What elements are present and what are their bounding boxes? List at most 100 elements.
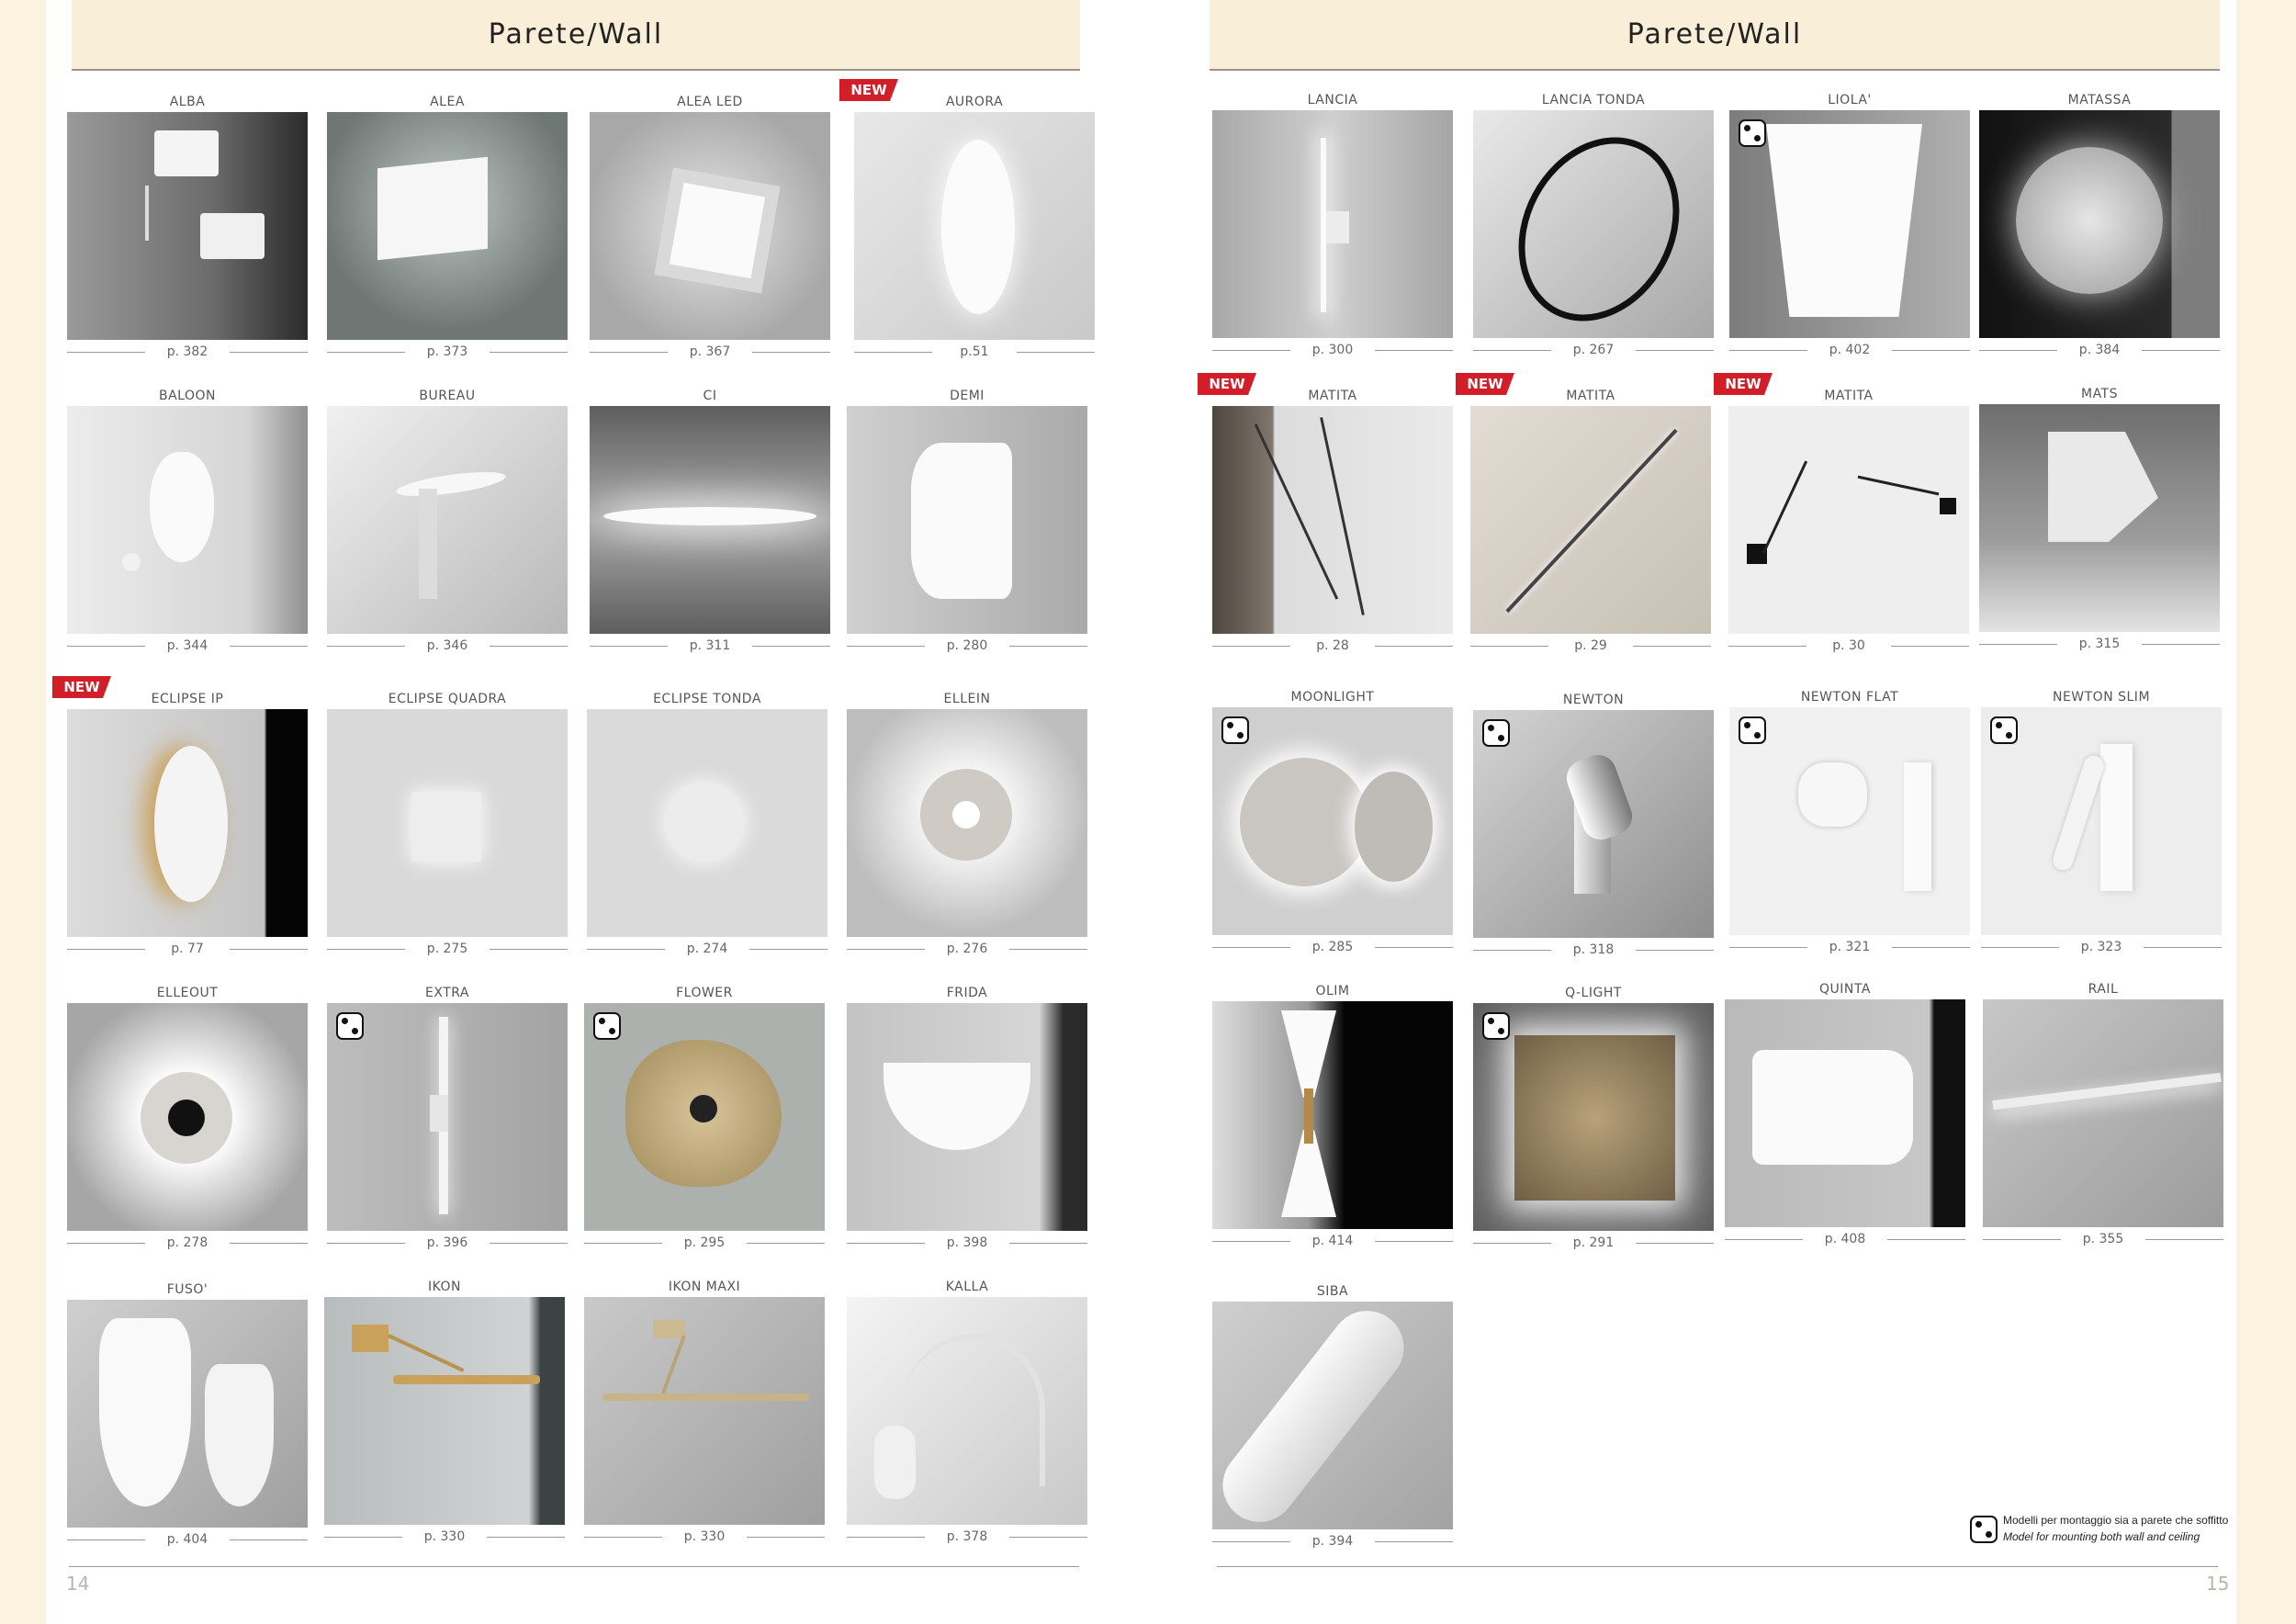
dual-mount-icon bbox=[1970, 1516, 1998, 1543]
product-card-quinta[interactable]: QUINTA p. 408 bbox=[1725, 979, 1965, 1251]
page-reference: p. 300 bbox=[1212, 338, 1453, 362]
product-photo bbox=[1979, 404, 2220, 632]
product-name: BUREAU bbox=[419, 389, 476, 403]
page-reference: p. 280 bbox=[847, 634, 1087, 658]
product-photo bbox=[67, 112, 308, 340]
product-name: OLIM bbox=[1315, 984, 1350, 998]
product-card-olim[interactable]: OLIM p. 414 bbox=[1212, 981, 1453, 1253]
product-card-newton[interactable]: NEWTON p. 318 bbox=[1473, 690, 1714, 962]
product-card-moonlight[interactable]: MOONLIGHT p. 285 bbox=[1212, 687, 1453, 959]
product-name: NEWTON bbox=[1562, 693, 1625, 707]
product-photo bbox=[854, 112, 1095, 340]
legend-text-italian: Modelli per montaggio sia a parete che s… bbox=[2003, 1514, 2229, 1527]
product-card-eclipse-quadra[interactable]: ECLIPSE QUADRA p. 275 bbox=[327, 689, 568, 961]
page-reference: p. 267 bbox=[1473, 338, 1714, 362]
page-reference: p. 321 bbox=[1729, 935, 1970, 959]
product-photo bbox=[590, 112, 830, 340]
product-card-alba[interactable]: ALBA p. 382 bbox=[67, 92, 308, 364]
product-card-matita-3[interactable]: MATITA NEW p. 30 bbox=[1714, 373, 1969, 658]
product-card-newton-slim[interactable]: NEWTON SLIM p. 323 bbox=[1981, 687, 2222, 959]
page-reference: p. 318 bbox=[1473, 938, 1714, 962]
product-photo bbox=[327, 1003, 568, 1231]
product-card-matita-2[interactable]: MATITA NEW p. 29 bbox=[1456, 373, 1711, 658]
page-reference: p. 367 bbox=[590, 340, 830, 364]
product-card-flower[interactable]: FLOWER p. 295 bbox=[584, 983, 825, 1255]
page-reference: p. 330 bbox=[324, 1525, 565, 1549]
product-card-matassa[interactable]: MATASSA p. 384 bbox=[1979, 90, 2220, 362]
product-card-liola[interactable]: LIOLA' p. 402 bbox=[1729, 90, 1970, 362]
product-card-ikon-maxi[interactable]: IKON MAXI p. 330 bbox=[584, 1277, 825, 1549]
product-card-mats[interactable]: MATS p. 315 bbox=[1979, 384, 2220, 656]
product-card-eclipse-tonda[interactable]: ECLIPSE TONDA p. 274 bbox=[587, 689, 827, 961]
page-reference: p. 323 bbox=[1981, 935, 2222, 959]
product-card-frida[interactable]: FRIDA p. 398 bbox=[847, 983, 1087, 1255]
product-card-ellein[interactable]: ELLEIN p. 276 bbox=[847, 689, 1087, 961]
page-reference: p. 394 bbox=[1212, 1529, 1453, 1553]
product-name: BALOON bbox=[159, 389, 216, 403]
new-badge: NEW bbox=[839, 79, 898, 101]
product-card-matita-1[interactable]: MATITA NEW p. 28 bbox=[1198, 373, 1453, 658]
product-name: QUINTA bbox=[1819, 982, 1871, 997]
product-photo bbox=[1979, 110, 2220, 338]
product-card-q-light[interactable]: Q-LIGHT p. 291 bbox=[1473, 983, 1714, 1255]
product-card-alea-led[interactable]: ALEA LED p. 367 bbox=[590, 92, 830, 364]
product-photo bbox=[327, 112, 568, 340]
product-photo bbox=[67, 1003, 308, 1231]
product-card-aurora[interactable]: AURORA NEW p.51 bbox=[839, 79, 1095, 364]
product-name: RAIL bbox=[2088, 982, 2119, 997]
product-card-baloon[interactable]: BALOON p. 344 bbox=[67, 386, 308, 658]
product-name: ALEA bbox=[430, 95, 465, 109]
page-reference: p. 315 bbox=[1979, 632, 2220, 656]
product-card-demi[interactable]: DEMI p. 280 bbox=[847, 386, 1087, 658]
product-name: FUSO' bbox=[166, 1282, 208, 1297]
dual-mount-icon bbox=[1221, 716, 1249, 744]
page-reference: p. 275 bbox=[327, 937, 568, 961]
page-reference: p. 278 bbox=[67, 1231, 308, 1255]
product-card-lancia-tonda[interactable]: LANCIA TONDA p. 267 bbox=[1473, 90, 1714, 362]
dual-mount-legend: Modelli per montaggio sia a parete che s… bbox=[1970, 1514, 2232, 1551]
page-number: 14 bbox=[66, 1573, 90, 1595]
product-name: FLOWER bbox=[676, 986, 733, 1000]
product-photo bbox=[590, 406, 830, 634]
product-card-rail[interactable]: RAIL p. 355 bbox=[1983, 979, 2223, 1251]
product-name: IKON MAXI bbox=[668, 1280, 741, 1294]
product-card-ci[interactable]: CI p. 311 bbox=[590, 386, 830, 658]
product-card-kalla[interactable]: KALLA p. 378 bbox=[847, 1277, 1087, 1549]
dual-mount-icon bbox=[1739, 119, 1766, 147]
product-name: FRIDA bbox=[946, 986, 988, 1000]
product-name: ELLEIN bbox=[943, 692, 991, 706]
dual-mount-icon bbox=[1482, 1012, 1510, 1040]
page-reference: p. 384 bbox=[1979, 338, 2220, 362]
product-name: LIOLA' bbox=[1828, 93, 1872, 107]
product-card-extra[interactable]: EXTRA p. 396 bbox=[327, 983, 568, 1255]
product-card-elleout[interactable]: ELLEOUT p. 278 bbox=[67, 983, 308, 1255]
product-photo bbox=[1212, 707, 1453, 935]
product-card-alea[interactable]: ALEA p. 373 bbox=[327, 92, 568, 364]
product-card-bureau[interactable]: BUREAU p. 346 bbox=[327, 386, 568, 658]
product-photo bbox=[587, 709, 827, 937]
product-name: ALBA bbox=[169, 95, 206, 109]
product-card-lancia[interactable]: LANCIA p. 300 bbox=[1212, 90, 1453, 362]
page-reference: p. 276 bbox=[847, 937, 1087, 961]
product-name: NEWTON SLIM bbox=[2052, 690, 2151, 705]
product-name: CI bbox=[703, 389, 717, 403]
product-photo bbox=[1981, 707, 2222, 935]
product-name: Q-LIGHT bbox=[1565, 986, 1622, 1000]
product-card-siba[interactable]: SIBA p. 394 bbox=[1212, 1281, 1453, 1553]
page-reference: p. 285 bbox=[1212, 935, 1453, 959]
product-photo bbox=[1470, 406, 1711, 634]
page-reference: p. 346 bbox=[327, 634, 568, 658]
page-reference: p. 29 bbox=[1470, 634, 1711, 658]
product-name: MATASSA bbox=[2067, 93, 2132, 107]
product-photo bbox=[1212, 406, 1453, 634]
new-badge: NEW bbox=[1714, 373, 1773, 395]
product-card-eclipse-ip[interactable]: ECLIPSE IP NEW p. 77 bbox=[52, 676, 308, 961]
product-card-newton-flat[interactable]: NEWTON FLAT p. 321 bbox=[1729, 687, 1970, 959]
dual-mount-icon bbox=[1739, 716, 1766, 744]
product-name: DEMI bbox=[950, 389, 985, 403]
product-card-fuso[interactable]: FUSO' p. 404 bbox=[67, 1280, 308, 1551]
product-card-ikon[interactable]: IKON p. 330 bbox=[324, 1277, 565, 1549]
dual-mount-icon bbox=[1482, 719, 1510, 747]
new-badge: NEW bbox=[1198, 373, 1256, 395]
product-photo bbox=[1473, 110, 1714, 338]
